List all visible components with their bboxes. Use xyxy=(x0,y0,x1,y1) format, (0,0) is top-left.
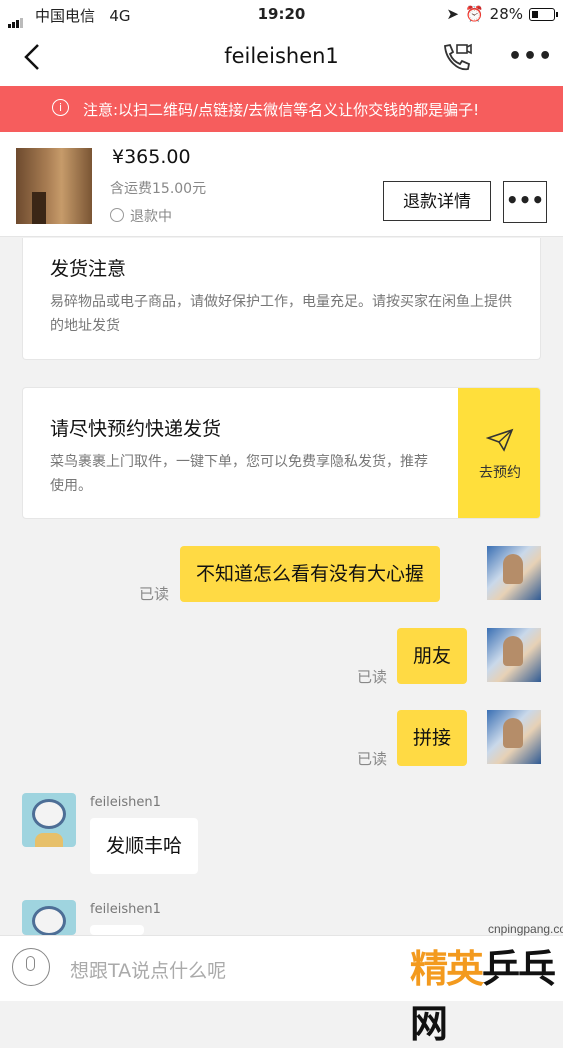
phone-video-icon[interactable] xyxy=(440,42,474,78)
refund-details-button[interactable]: 退款详情 xyxy=(383,181,491,221)
message-bubble-mine[interactable]: 不知道怎么看有没有大心握 xyxy=(180,546,441,602)
seller-avatar[interactable] xyxy=(22,793,76,847)
navigation-bar: feileishen1 ••• xyxy=(0,30,563,86)
my-avatar[interactable] xyxy=(487,628,541,682)
more-dots-icon[interactable]: ••• xyxy=(508,44,553,69)
courier-booking-card[interactable]: 请尽快预约快递发货 菜鸟裹裹上门取件，一键下单，您可以免费享隐私发货，推荐使用。… xyxy=(22,387,541,519)
book-courier-label: 去预约 xyxy=(479,465,521,481)
shipping-notice-card: 发货注意 易碎物品或电子商品，请做好保护工作，电量充足。请按买家在闲鱼上提供的地… xyxy=(22,238,541,360)
microphone-icon[interactable] xyxy=(12,948,50,986)
shipping-notice-title: 发货注意 xyxy=(50,258,127,280)
courier-card-body: 菜鸟裹裹上门取件，一键下单，您可以免费享隐私发货，推荐使用。 xyxy=(50,454,428,494)
info-icon: i xyxy=(52,99,69,116)
chat-title: feileishen1 xyxy=(224,44,339,68)
watermark-brand-left: 精英 xyxy=(410,947,484,991)
read-receipt: 已读 xyxy=(357,750,388,768)
message-input[interactable]: 想跟TA说点什么呢 xyxy=(70,956,226,983)
sender-name: feileishen1 xyxy=(90,795,161,810)
alarm-icon: ⏰ xyxy=(464,5,484,23)
watermark-logo: cnpingpang.com 精英乒乓网 xyxy=(380,920,563,1046)
order-more-button[interactable]: ••• xyxy=(503,181,547,223)
shipping-notice-body: 易碎物品或电子商品，请做好保护工作，电量充足。请按买家在闲鱼上提供的地址发货 xyxy=(50,294,512,334)
battery-percent: 28% xyxy=(489,5,523,23)
my-avatar[interactable] xyxy=(487,546,541,600)
warning-banner: i 注意:以扫二维码/点链接/去微信等名义让你交钱的都是骗子! xyxy=(0,86,563,132)
message-bubble-mine[interactable]: 拼接 xyxy=(397,710,468,766)
watermark-site: cnpingpang.com xyxy=(488,922,563,936)
watermark-brand: 精英乒乓网 xyxy=(410,938,563,1048)
battery-icon xyxy=(529,7,558,21)
shipping-fee: 含运费15.00元 xyxy=(110,181,207,197)
product-image[interactable] xyxy=(16,148,92,224)
message-bubble-mine[interactable]: 朋友 xyxy=(397,628,468,684)
message-bubble-theirs[interactable] xyxy=(90,925,144,935)
seller-avatar[interactable] xyxy=(22,900,76,935)
status-bar: 中国电信 4G 19:20 ➤ ⏰ 28% xyxy=(0,0,563,30)
order-status-label: 退款中 xyxy=(130,209,172,225)
my-avatar[interactable] xyxy=(487,710,541,764)
courier-card-title: 请尽快预约快递发货 xyxy=(50,418,222,440)
order-status: 退款中 xyxy=(110,206,172,226)
book-courier-button[interactable]: 去预约 xyxy=(458,388,540,518)
status-right: ➤ ⏰ 28% xyxy=(446,5,558,23)
location-icon: ➤ xyxy=(446,5,459,23)
paper-plane-icon xyxy=(485,428,514,456)
product-price: ¥365.00 xyxy=(112,146,191,168)
read-receipt: 已读 xyxy=(357,668,388,686)
message-bubble-theirs[interactable]: 发顺丰哈 xyxy=(90,818,199,874)
warning-text: 注意:以扫二维码/点链接/去微信等名义让你交钱的都是骗子! xyxy=(83,101,480,119)
sender-name: feileishen1 xyxy=(90,902,161,917)
read-receipt: 已读 xyxy=(139,585,170,603)
